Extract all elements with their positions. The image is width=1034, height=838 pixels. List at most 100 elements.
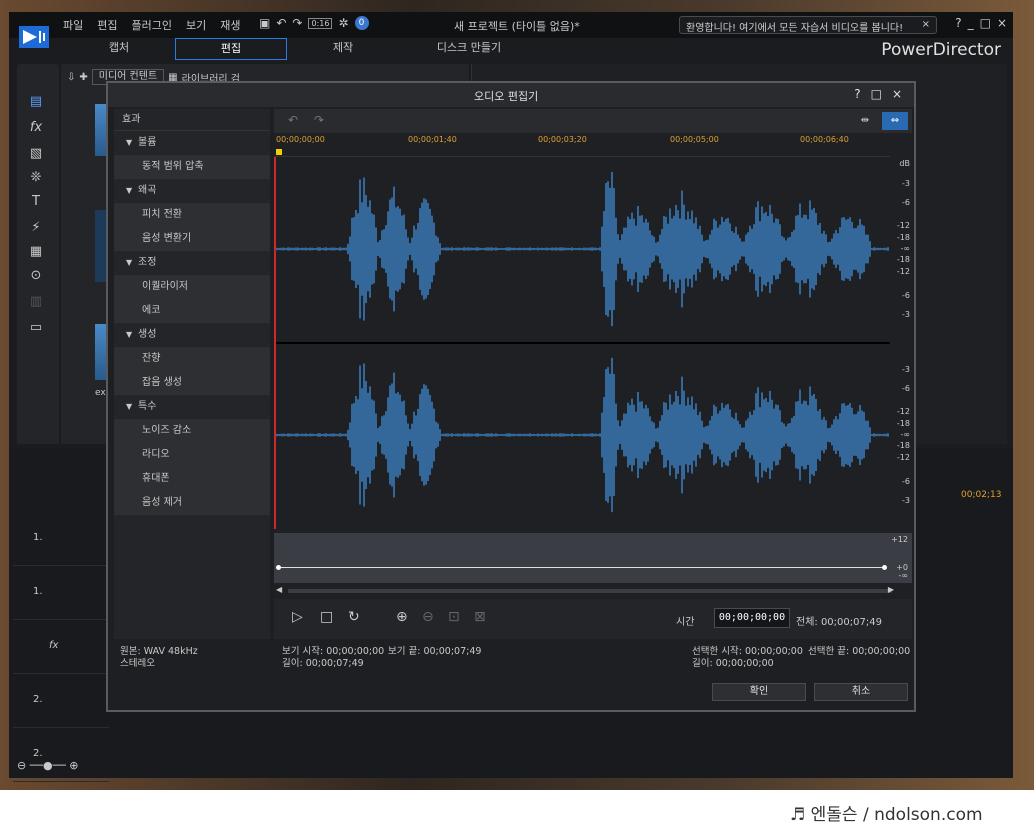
loop-icon[interactable]: ↻ xyxy=(348,609,360,625)
effect-item[interactable]: 휴대폰 xyxy=(114,467,270,491)
db-tick: -3 xyxy=(902,496,910,505)
settings-icon[interactable]: ✲ xyxy=(338,16,348,30)
db-scale: dB -3 -6 -12 -18 -∞ -18 -12 -6 -3 -3 -6 … xyxy=(890,157,912,529)
close-window-icon[interactable]: × xyxy=(997,16,1007,30)
duration-badge[interactable]: 0:16 xyxy=(308,17,333,29)
effect-item[interactable]: 노이즈 감소 xyxy=(114,419,270,443)
zoom-out-icon[interactable]: ⊖ xyxy=(422,609,434,625)
notification-icon[interactable]: 0 xyxy=(354,16,369,30)
db-tick: -18 xyxy=(896,419,910,428)
close-icon[interactable]: × xyxy=(892,87,902,101)
effect-item[interactable]: 라디오 xyxy=(114,443,270,467)
trim-mode-icon[interactable]: ⇹ xyxy=(852,112,878,130)
collapse-icon: ▼ xyxy=(126,186,133,195)
maximize-icon[interactable]: □ xyxy=(871,87,882,101)
transition-room-icon[interactable]: ⚡ xyxy=(27,220,45,236)
scroll-right-icon[interactable]: ▶ xyxy=(888,585,894,594)
db-tick: -3 xyxy=(902,179,910,188)
select-mode-icon[interactable]: ⇔ xyxy=(882,112,908,130)
maximize-icon[interactable]: □ xyxy=(980,16,991,30)
view-length: 길이: 00;00;07;49 xyxy=(282,658,364,669)
zoom-fit-icon[interactable]: ⊡ xyxy=(448,609,460,625)
media-room-icon[interactable]: ▤ xyxy=(27,94,45,110)
menu-item-view[interactable]: 보기 xyxy=(186,17,206,33)
transport-bar: ▷ □ ↻ ⊕ ⊖ ⊡ ⊠ 시간 00;00;00;00 전체: 00;00;0… xyxy=(274,599,912,639)
effect-item[interactable]: 음성 변환기 xyxy=(114,227,270,251)
start-marker-icon[interactable] xyxy=(276,149,282,155)
track-number: 2. xyxy=(33,748,43,759)
effect-item[interactable]: 잔향 xyxy=(114,347,270,371)
zoom-selection-icon[interactable]: ⊠ xyxy=(474,609,486,625)
scroll-left-icon[interactable]: ◀ xyxy=(276,585,282,594)
horizontal-scrollbar[interactable]: ◀ ▶ xyxy=(274,585,912,597)
subtitle-room-icon[interactable]: ▭ xyxy=(27,320,45,336)
envelope-keyframe[interactable] xyxy=(276,565,281,570)
welcome-banner[interactable]: 환영합니다! 여기에서 모든 자습서 비디오를 봅니다! × xyxy=(679,16,937,34)
import-icon[interactable]: ⇩ xyxy=(67,72,75,83)
tab-produce[interactable]: 제작 xyxy=(287,38,399,60)
category-special[interactable]: ▼ 특수 xyxy=(114,395,270,419)
chapter-room-icon[interactable]: ▥ xyxy=(27,294,45,310)
ruler-tick: 00;00;03;20 xyxy=(538,135,587,144)
volume-envelope[interactable]: +12 +0 -∞ xyxy=(274,533,912,583)
voice-record-icon[interactable]: ⊙ xyxy=(27,268,45,284)
title-room-icon[interactable]: T xyxy=(27,194,45,210)
document-title: 새 프로젝트 (타이틀 없음)* xyxy=(454,20,580,33)
help-icon[interactable]: ? xyxy=(955,16,961,30)
effect-item[interactable]: 피치 전환 xyxy=(114,203,270,227)
redo-icon[interactable]: ↷ xyxy=(314,113,324,127)
welcome-text: 환영합니다! 여기에서 모든 자습서 비디오를 봅니다! xyxy=(686,23,904,34)
scroll-thumb[interactable] xyxy=(288,589,892,593)
time-ruler[interactable]: 00;00;00;00 00;00;01;40 00;00;03;20 00;0… xyxy=(274,133,890,157)
menu-item-edit[interactable]: 편집 xyxy=(97,17,117,33)
play-icon[interactable]: ▷ xyxy=(292,609,303,625)
stereo-waveform[interactable] xyxy=(274,157,890,529)
menu-bar: 파일 편집 플러그인 보기 재생 xyxy=(63,17,240,33)
tab-edit[interactable]: 편집 xyxy=(175,38,287,60)
menu-item-plugin[interactable]: 플러그인 xyxy=(132,17,172,33)
dialog-controls: ? □ × xyxy=(854,87,902,101)
effect-item[interactable]: 이퀄라이저 xyxy=(114,275,270,299)
category-distortion[interactable]: ▼ 왜곡 xyxy=(114,179,270,203)
particle-room-icon[interactable]: ❊ xyxy=(27,170,45,186)
category-generate[interactable]: ▼ 생성 xyxy=(114,323,270,347)
close-icon[interactable]: × xyxy=(922,19,930,30)
ruler-tick: 00;00;01;40 xyxy=(408,135,457,144)
stop-icon[interactable]: □ xyxy=(320,609,333,625)
fx-room-icon[interactable]: fx xyxy=(27,120,45,136)
track-header-audio-1: 1. xyxy=(13,566,109,620)
ruler-tick: 00;00;00;00 xyxy=(276,135,325,144)
envelope-keyframe[interactable] xyxy=(882,565,887,570)
plugin-icon[interactable]: ✚ xyxy=(79,72,87,83)
clip-info-bar: 원본: WAV 48kHz 스테레오 보기 시작: 00;00;00;00 보기… xyxy=(114,643,912,683)
menu-item-file[interactable]: 파일 xyxy=(63,17,83,33)
timecode-field[interactable]: 00;00;00;00 xyxy=(714,608,790,628)
cancel-button[interactable]: 취소 xyxy=(814,683,908,701)
confirm-button[interactable]: 확인 xyxy=(712,683,806,701)
db-tick: -12 xyxy=(896,407,910,416)
audio-mix-icon[interactable]: ▦ xyxy=(27,244,45,260)
db-unit: dB xyxy=(899,159,910,168)
redo-icon[interactable]: ↷ xyxy=(292,16,302,30)
effect-item[interactable]: 음성 제거 xyxy=(114,491,270,515)
audio-editor-dialog: 오디오 편집기 ? □ × 효과 ▼ 볼륨 동적 범위 압축 ▼ 왜곡 피치 전환 … xyxy=(106,81,916,712)
zoom-in-icon[interactable]: ⊕ xyxy=(396,609,408,625)
tab-capture[interactable]: 캡처 xyxy=(63,38,175,60)
pip-room-icon[interactable]: ▧ xyxy=(27,146,45,162)
effect-item[interactable]: 잡음 생성 xyxy=(114,371,270,395)
category-volume[interactable]: ▼ 볼륨 xyxy=(114,131,270,155)
effect-item[interactable]: 동적 범위 압축 xyxy=(114,155,270,179)
brand-label: PowerDirector xyxy=(881,40,1001,60)
zoom-slider[interactable]: ⊖ ──●── ⊕ xyxy=(17,759,79,772)
menu-item-play[interactable]: 재생 xyxy=(220,17,240,33)
undo-icon[interactable]: ↶ xyxy=(276,16,286,30)
undo-icon[interactable]: ↶ xyxy=(288,113,298,127)
minimize-icon[interactable]: _ xyxy=(968,16,974,30)
tab-create-disc[interactable]: 디스크 만들기 xyxy=(399,38,539,60)
mode-tabs: 캡처 편집 제작 디스크 만들기 xyxy=(63,38,539,60)
save-icon[interactable]: ▣ xyxy=(259,16,270,30)
category-adjust[interactable]: ▼ 조정 xyxy=(114,251,270,275)
effect-item[interactable]: 에코 xyxy=(114,299,270,323)
quick-toolbar: ▣ ↶ ↷ 0:16 ✲ 0 xyxy=(259,16,369,30)
help-icon[interactable]: ? xyxy=(854,87,860,101)
